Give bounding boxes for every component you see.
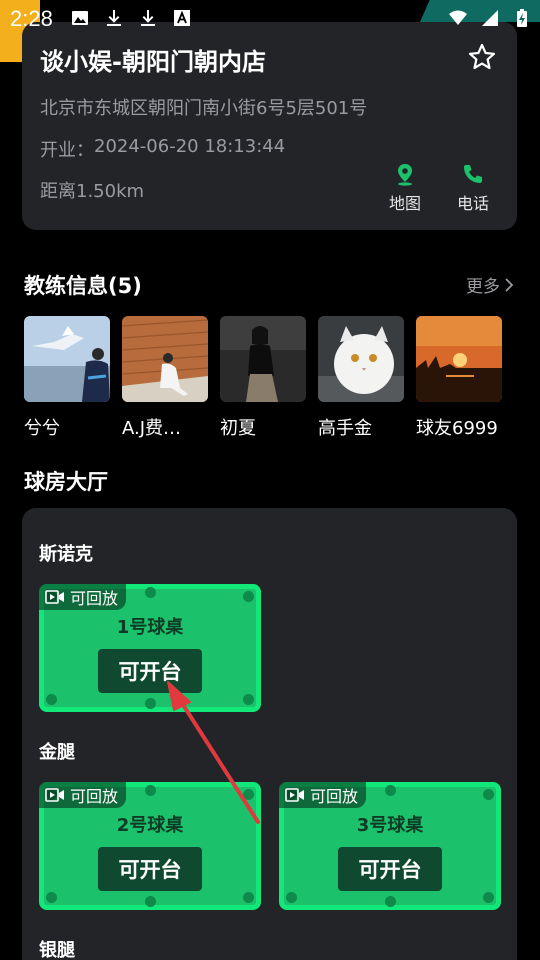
- favorite-star-icon[interactable]: [467, 42, 497, 72]
- shop-distance: 距离1.50km: [40, 181, 145, 202]
- pocket: [145, 587, 156, 598]
- coach-name: 球友6999: [416, 418, 498, 439]
- font-icon: [174, 10, 190, 26]
- coach-item[interactable]: A.J费…: [122, 316, 208, 440]
- signal-icon: [482, 10, 498, 26]
- pool-table-1[interactable]: 可回放 1号球桌 可开台: [39, 584, 261, 712]
- pocket: [243, 591, 254, 602]
- coach-item[interactable]: 兮兮: [24, 316, 110, 440]
- coach-avatar: [122, 316, 208, 402]
- pocket: [46, 892, 57, 903]
- pool-table-3[interactable]: 可回放 3号球桌 可开台: [279, 782, 501, 910]
- map-label: 地图: [388, 194, 421, 213]
- pocket: [483, 789, 494, 800]
- open-time-value: 2024-06-20 18:13:44: [94, 136, 286, 157]
- phone-button[interactable]: 电话: [448, 162, 498, 214]
- pool-table-2[interactable]: 可回放 2号球桌 可开台: [39, 782, 261, 910]
- coach-avatar: [416, 316, 502, 402]
- coach-name: A.J费…: [122, 418, 182, 439]
- map-button[interactable]: 地图: [380, 162, 430, 214]
- download-icon: [107, 10, 121, 26]
- coach-item[interactable]: 球友6999: [416, 316, 502, 440]
- coach-name: 初夏: [220, 418, 256, 439]
- pocket: [243, 892, 254, 903]
- pocket: [385, 785, 396, 796]
- coach-list: 兮兮 A.J费… 初夏 高手金 球友6999: [24, 316, 524, 439]
- coach-name: 兮兮: [24, 418, 60, 439]
- replay-tag: 可回放: [39, 584, 127, 610]
- pocket: [46, 694, 57, 705]
- coach-item[interactable]: 初夏: [220, 316, 306, 440]
- hall-card: 斯诺克 可回放 1号球桌 可开台 金腿 可回放 2号球桌 可开台 可回放 3号球…: [22, 508, 517, 960]
- map-pin-icon: [398, 164, 412, 186]
- pocket: [145, 698, 156, 709]
- pocket: [145, 896, 156, 907]
- video-camera-icon: [45, 788, 64, 802]
- status-bar: 2:28: [0, 0, 540, 36]
- pocket: [145, 785, 156, 796]
- open-table-button[interactable]: 可开台: [338, 847, 442, 891]
- replay-label: 可回放: [70, 589, 119, 608]
- hall-section-title: 球房大厅: [24, 470, 108, 494]
- coach-item[interactable]: 高手金: [318, 316, 404, 440]
- status-time: 2:28: [10, 6, 53, 31]
- shop-info-card: 谈小娱-朝阳门朝内店 北京市东城区朝阳门南小街6号5层501号 开业： 2024…: [22, 22, 517, 230]
- video-camera-icon: [285, 788, 304, 802]
- open-label: 开业：: [40, 140, 94, 161]
- table-name: 3号球桌: [356, 815, 424, 836]
- battery-charging-icon: [517, 9, 527, 27]
- coach-name: 高手金: [318, 418, 372, 439]
- more-label: 更多: [466, 277, 500, 297]
- replay-label: 可回放: [70, 787, 119, 806]
- open-table-button[interactable]: 可开台: [98, 847, 202, 891]
- shop-open-time: 开业： 2024-06-20 18:13:44: [40, 136, 285, 162]
- download-icon: [141, 10, 155, 26]
- pocket: [286, 892, 297, 903]
- coach-avatar: [220, 316, 306, 402]
- pocket: [243, 789, 254, 800]
- coach-avatar: [24, 316, 110, 402]
- pocket: [243, 694, 254, 705]
- system-icons: [448, 8, 532, 28]
- image-icon: [72, 11, 88, 25]
- table-name: 1号球桌: [116, 617, 184, 638]
- wifi-icon: [449, 10, 467, 25]
- group-label-snooker: 斯诺克: [39, 544, 93, 565]
- open-table-button[interactable]: 可开台: [98, 649, 202, 693]
- chevron-right-icon: [505, 277, 514, 292]
- replay-label: 可回放: [310, 787, 359, 806]
- more-coaches-link[interactable]: 更多: [466, 272, 514, 297]
- table-name: 2号球桌: [116, 815, 184, 836]
- group-label-silver: 银腿: [39, 940, 75, 960]
- shop-name: 谈小娱-朝阳门朝内店: [40, 48, 266, 76]
- replay-tag: 可回放: [39, 782, 127, 808]
- phone-icon: [464, 165, 482, 183]
- group-label-gold: 金腿: [39, 742, 75, 763]
- shop-address: 北京市东城区朝阳门南小街6号5层501号: [40, 98, 368, 119]
- coach-avatar: [318, 316, 404, 402]
- phone-label: 电话: [456, 194, 489, 213]
- video-camera-icon: [45, 590, 64, 604]
- notification-icons: [70, 8, 192, 28]
- pocket: [483, 892, 494, 903]
- pocket: [385, 896, 396, 907]
- coach-section-title: 教练信息(5): [24, 274, 142, 298]
- replay-tag: 可回放: [279, 782, 367, 808]
